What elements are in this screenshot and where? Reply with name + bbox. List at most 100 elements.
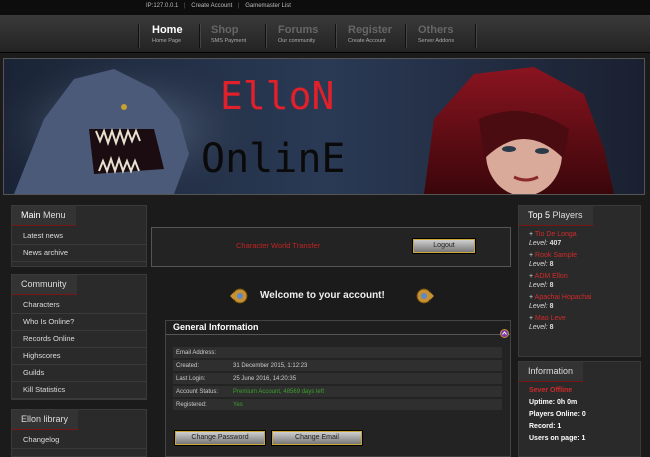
- level-label: Level:: [529, 261, 548, 268]
- list-item: Level: 8: [529, 260, 591, 269]
- list-item: Level: 8: [529, 323, 591, 332]
- collapse-icon[interactable]: [500, 329, 509, 338]
- registered-value: Yes: [230, 399, 502, 410]
- character-world-transfer-link[interactable]: Character World Transfer: [236, 241, 320, 250]
- library-title: Ellon library: [12, 410, 79, 430]
- logo-line-1: ElloN: [220, 74, 334, 118]
- list-item: Level: 8: [529, 302, 591, 311]
- nav-divider: [405, 24, 407, 48]
- logout-button[interactable]: Logout: [412, 238, 476, 254]
- menu-item-highscores[interactable]: Highscores: [12, 348, 146, 365]
- menu-item-kill-statistics[interactable]: Kill Statistics: [12, 382, 146, 399]
- player-level: 8: [549, 282, 554, 289]
- created-value: 31 December 2015, 1:12:23: [230, 360, 502, 371]
- email-value: [230, 347, 502, 358]
- nav-home[interactable]: Home Home Page: [152, 24, 183, 45]
- account-info-table: Email Address: Created: 31 December 2015,…: [173, 345, 502, 412]
- nav-forums-subtitle: Our community: [278, 38, 316, 44]
- general-information-title: General Information: [166, 321, 510, 335]
- change-email-button[interactable]: Change Email: [271, 430, 363, 446]
- player-name[interactable]: Tio De Longa: [535, 231, 577, 238]
- player-name[interactable]: Apachai Hopachai: [535, 294, 592, 301]
- ip-label: IP:127.0.0.1: [146, 3, 179, 9]
- list-item: + Apachai Hopachai: [529, 294, 592, 301]
- player-level: 8: [549, 261, 554, 268]
- table-row: Email Address:: [173, 347, 502, 358]
- level-label: Level:: [529, 240, 548, 247]
- menu-item-changelog[interactable]: Changelog: [12, 432, 146, 449]
- top-bar: IP:127.0.0.1 | Create Account | Gamemast…: [0, 0, 650, 15]
- nav-divider: [265, 24, 267, 48]
- nav-shop[interactable]: Shop SMS Payment: [211, 24, 246, 45]
- account-actions-box: Character World Transfer Logout: [151, 227, 511, 267]
- record: Record: 1: [529, 423, 562, 430]
- table-row: Created: 31 December 2015, 1:12:23: [173, 360, 502, 371]
- table-row: Last Login: 25 June 2016, 14:20:35: [173, 373, 502, 384]
- table-row: Registered: Yes: [173, 399, 502, 410]
- server-status: Sever Offline: [529, 387, 573, 394]
- nav-shop-title: Shop: [211, 24, 239, 36]
- welcome-header: Welcome to your account!: [228, 280, 436, 312]
- list-item: + Mao Leve: [529, 315, 566, 322]
- main-menu-title-b: Menu: [43, 210, 66, 220]
- menu-item-records-online[interactable]: Records Online: [12, 331, 146, 348]
- top-players-list: + Tio De Longa Level: 407 + Rook Sample …: [529, 230, 591, 332]
- main-menu-title: Main Menu: [12, 206, 76, 226]
- player-level: 8: [549, 303, 554, 310]
- community-title: Community: [12, 275, 77, 295]
- menu-item-latest-news[interactable]: Latest news: [12, 228, 146, 245]
- community-panel: Community Characters Who Is Online? Reco…: [11, 274, 147, 400]
- players-online: Players Online: 0: [529, 411, 586, 418]
- player-name[interactable]: Rook Sample: [535, 252, 577, 259]
- list-item: Level: 8: [529, 281, 591, 290]
- welcome-text: Welcome to your account!: [260, 290, 385, 301]
- nav-divider: [335, 24, 337, 48]
- users-on-page: Users on page: 1: [529, 435, 586, 442]
- nav-divider: [475, 24, 477, 48]
- list-item: + Tio De Longa: [529, 231, 577, 238]
- list-item: Level: 407: [529, 239, 591, 248]
- nav-register[interactable]: Register Create Account: [348, 24, 393, 45]
- ornament-right-icon: [416, 288, 434, 304]
- change-password-button[interactable]: Change Password: [174, 430, 266, 446]
- information-title: Information: [519, 362, 584, 382]
- list-item: + Rook Sample: [529, 252, 578, 259]
- created-label: Created:: [173, 360, 230, 371]
- nav-register-subtitle: Create Account: [348, 38, 386, 44]
- gamemaster-list-link[interactable]: Gamemaster List: [245, 3, 291, 9]
- nav-forums[interactable]: Forums Our community: [278, 25, 318, 45]
- separator: |: [184, 3, 186, 9]
- top-players-title-a: Top 5: [528, 210, 551, 220]
- site-banner: ElloN OnlinE: [3, 58, 645, 195]
- library-panel: Ellon library Changelog: [11, 409, 147, 457]
- player-name[interactable]: ADM Ellon: [535, 273, 568, 280]
- nav-others[interactable]: Others Server Addons: [418, 25, 455, 45]
- general-information-panel: General Information Email Address: Creat…: [165, 320, 511, 457]
- uptime: Uptime: 0h 0m: [529, 399, 578, 406]
- main-navigation: Home Home Page Shop SMS Payment Forums O…: [0, 15, 650, 53]
- last-login-value: 25 June 2016, 14:20:35: [230, 373, 502, 384]
- logo-line-2: OnlinE: [201, 136, 346, 182]
- nav-others-subtitle: Server Addons: [418, 38, 455, 44]
- menu-item-news-archive[interactable]: News archive: [12, 245, 146, 262]
- menu-item-characters[interactable]: Characters: [12, 297, 146, 314]
- level-label: Level:: [529, 282, 548, 289]
- nav-home-subtitle: Home Page: [152, 38, 182, 44]
- nav-register-title: Register: [348, 24, 393, 36]
- list-item: + ADM Ellon: [529, 273, 568, 280]
- player-name[interactable]: Mao Leve: [535, 315, 566, 322]
- player-level: 8: [549, 324, 554, 331]
- menu-item-who-is-online[interactable]: Who Is Online?: [12, 314, 146, 331]
- create-account-link[interactable]: Create Account: [191, 3, 232, 9]
- table-row: Account Status: Premium Account, 48569 da…: [173, 386, 502, 397]
- registered-label: Registered:: [173, 399, 230, 410]
- main-menu-panel: Main Menu Latest news News archive: [11, 205, 147, 267]
- account-status-value: Premium Account, 48569 days left: [230, 386, 502, 397]
- main-menu-title-a: Main: [21, 210, 41, 220]
- server-status-list: Sever Offline Uptime: 0h 0m Players Onli…: [529, 386, 586, 443]
- banner-artwork: ElloN OnlinE: [4, 59, 644, 194]
- separator: |: [237, 3, 240, 9]
- player-level: 407: [549, 240, 562, 247]
- nav-home-title: Home: [152, 24, 183, 36]
- menu-item-guilds[interactable]: Guilds: [12, 365, 146, 382]
